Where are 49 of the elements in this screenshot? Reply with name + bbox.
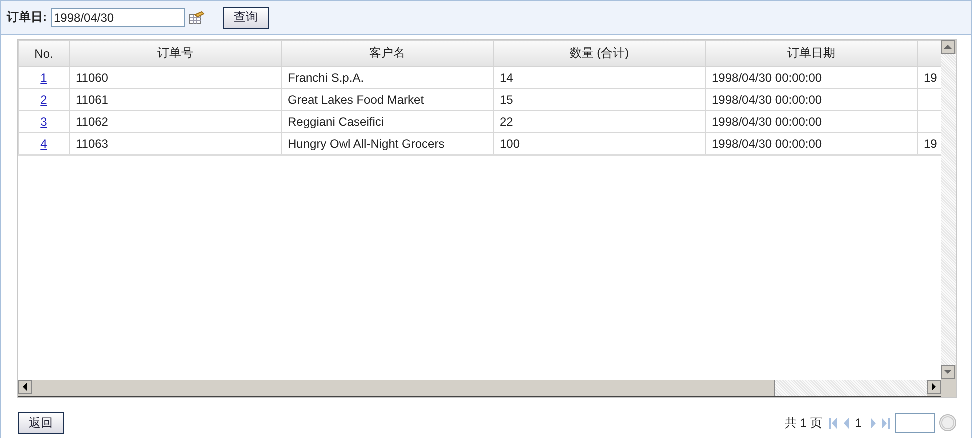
last-page-icon[interactable] (882, 418, 891, 428)
column-header: 订单号 (70, 40, 282, 66)
table-cell: Great Lakes Food Market (288, 92, 424, 106)
column-header: 订单日期 (706, 40, 918, 66)
table-cell: 11061 (76, 92, 108, 106)
table-cell: 22 (500, 114, 514, 128)
column-header: 客户名 (282, 40, 494, 66)
scroll-up-button[interactable] (941, 40, 955, 54)
table-cell: 11060 (76, 70, 108, 84)
page-count: 共 1 页 (784, 414, 822, 432)
scroll-left-button[interactable] (18, 380, 32, 394)
table-cell: 11062 (76, 114, 108, 128)
table-cell: 11063 (76, 136, 108, 150)
table-cell: 14 (500, 70, 514, 84)
table-cell: 100 (500, 136, 520, 150)
scroll-right-button[interactable] (927, 380, 941, 394)
table-cell: Hungry Owl All-Night Grocers (288, 136, 445, 150)
next-page-icon[interactable] (869, 418, 878, 428)
down-arrow-icon (944, 369, 952, 375)
table-cell: Reggiani Caseifici (288, 114, 384, 128)
right-arrow-icon (931, 383, 937, 391)
table-cell: 1998/04/30 00:00:00 (712, 114, 822, 128)
table-cell: 1998/04/30 00:00:00 (712, 92, 822, 106)
row-link[interactable]: 2 (40, 92, 48, 106)
table-cell: 15 (500, 92, 514, 106)
field-label: 订单日: (7, 9, 47, 26)
horizontal-scrollbar[interactable] (18, 379, 941, 397)
left-arrow-icon (22, 383, 28, 391)
column-header: 数量 (合计) (494, 40, 706, 66)
back-button[interactable]: 返回 (18, 412, 64, 434)
previous-page-icon[interactable] (842, 418, 852, 428)
table-cell: 1998/04/30 00:00:00 (712, 136, 822, 150)
table-cell: 19 (924, 136, 938, 150)
search-button[interactable]: 查询 (223, 6, 269, 28)
table-cell: 1998/04/30 00:00:00 (712, 70, 822, 84)
row-link[interactable]: 1 (40, 70, 48, 84)
go-button[interactable] (939, 414, 957, 432)
scroll-down-button[interactable] (941, 365, 955, 379)
table-cell: 19 (924, 70, 938, 84)
calendar-icon[interactable] (189, 10, 205, 24)
table-cell: Franchi S.p.A. (288, 70, 364, 84)
row-link[interactable]: 3 (40, 114, 48, 128)
row-link[interactable]: 4 (40, 136, 48, 150)
column-header: No. (18, 40, 70, 66)
up-arrow-icon (944, 44, 952, 50)
date-field[interactable]: 1998/04/30 (51, 8, 185, 27)
first-page-icon[interactable] (829, 418, 838, 428)
page-field[interactable] (895, 413, 935, 433)
current-page: 1 (855, 416, 862, 430)
